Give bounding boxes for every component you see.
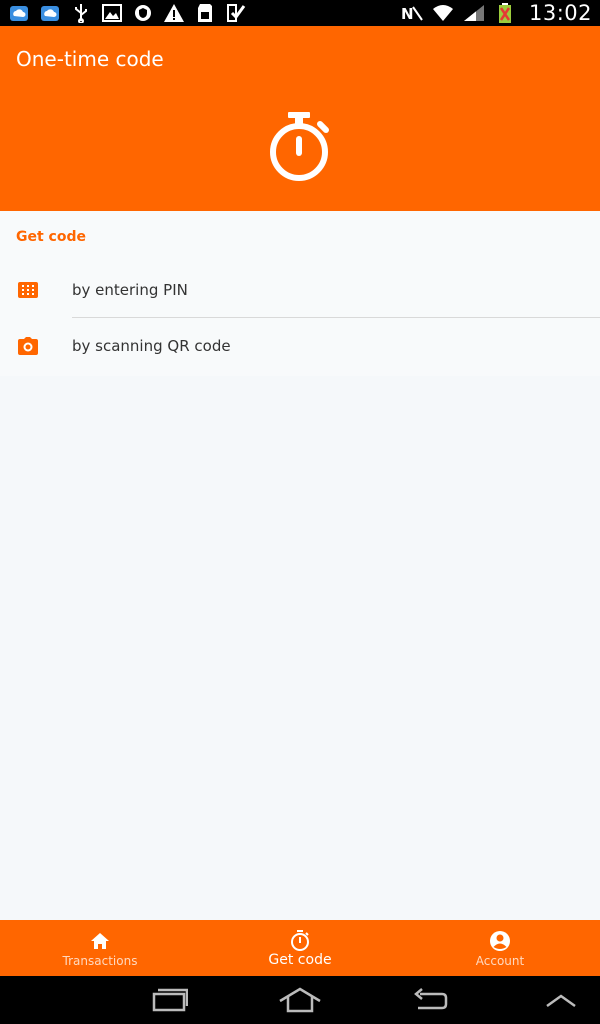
system-navigation-bar [0, 976, 600, 1024]
nfc-icon: N [401, 3, 423, 23]
signal-icon [463, 3, 485, 23]
nav-item-get-code[interactable]: Get code [200, 920, 400, 976]
shield-icon [132, 3, 154, 23]
home-icon[interactable] [278, 986, 322, 1014]
app-header: One-time code [0, 26, 600, 211]
list-item-label: by entering PIN [72, 281, 188, 299]
list-item-label: by scanning QR code [72, 337, 231, 355]
chevron-up-icon[interactable] [544, 986, 578, 1014]
nav-label: Get code [268, 952, 332, 968]
wifi-icon [432, 3, 454, 23]
image-icon [101, 3, 123, 23]
nav-item-transactions[interactable]: Transactions [0, 920, 200, 976]
svg-text:N: N [401, 5, 414, 22]
stopwatch-icon [266, 110, 332, 184]
warning-icon [163, 3, 185, 23]
status-bar: N 13:02 [0, 0, 600, 26]
nav-label: Account [475, 954, 525, 968]
get-code-section: Get code by entering PIN by scanning QR … [0, 211, 600, 376]
list-item-scan-qr[interactable]: by scanning QR code [0, 318, 600, 374]
camera-icon [18, 337, 38, 355]
home-icon [89, 930, 111, 952]
cloud-icon [39, 3, 61, 23]
list-item-enter-pin[interactable]: by entering PIN [0, 262, 600, 318]
status-time: 13:02 [528, 1, 592, 25]
nav-label: Transactions [62, 954, 138, 968]
nav-item-account[interactable]: Account [400, 920, 600, 976]
checklist-icon [225, 3, 247, 23]
back-icon[interactable] [410, 986, 450, 1014]
keypad-icon [18, 281, 38, 299]
page-title: One-time code [16, 47, 164, 71]
bottom-navigation: Transactions Get code Account [0, 920, 600, 976]
usb-icon [70, 3, 92, 23]
cloud-icon [8, 3, 30, 23]
recent-apps-icon[interactable] [150, 986, 190, 1014]
section-title: Get code [16, 229, 86, 245]
status-bar-system: N 13:02 [401, 1, 592, 25]
stopwatch-icon [289, 930, 311, 952]
account-icon [489, 930, 511, 952]
battery-icon [494, 3, 516, 23]
status-bar-notifications [8, 3, 247, 23]
sd-card-icon [194, 3, 216, 23]
